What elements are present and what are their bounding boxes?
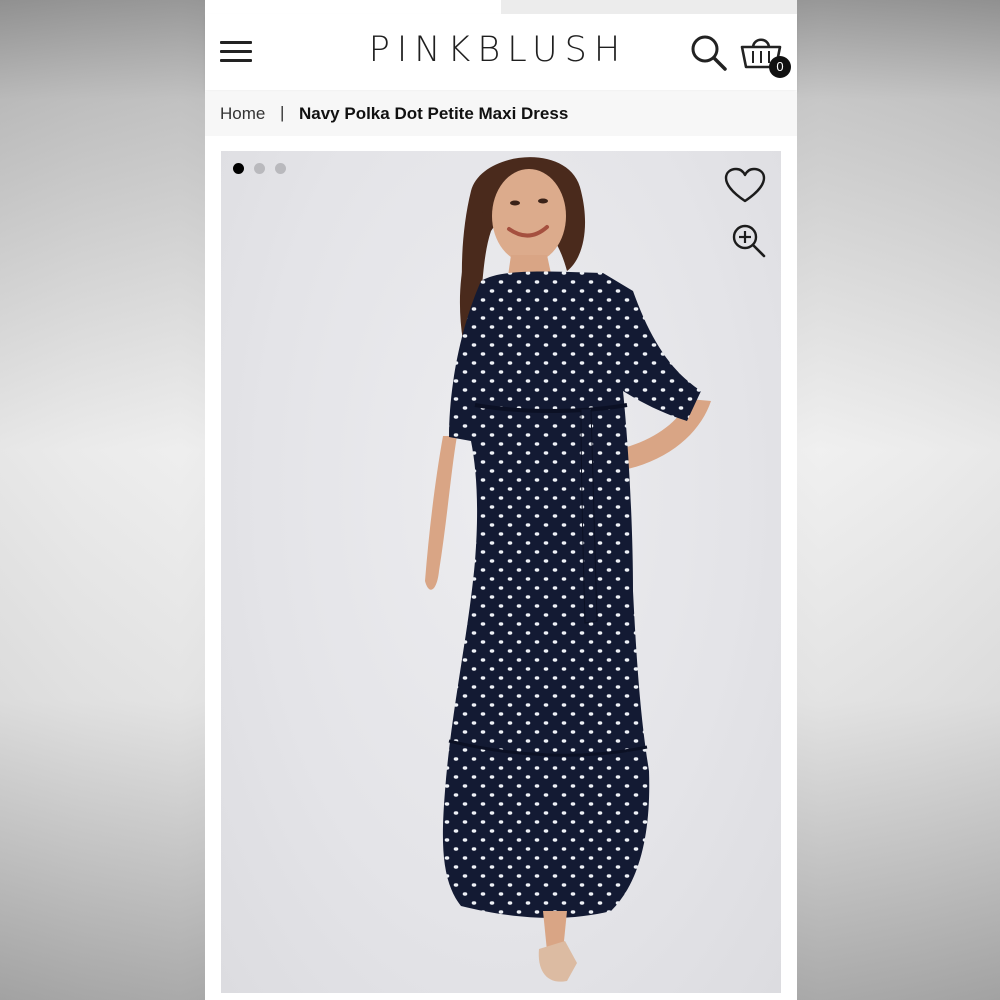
brand-logo[interactable]: PINKBLUSH (347, 30, 649, 70)
search-icon[interactable] (689, 33, 729, 73)
breadcrumb-separator: | (280, 103, 285, 122)
heart-icon[interactable] (724, 167, 766, 205)
model-wearing-dress (425, 157, 711, 982)
carousel-dot-1[interactable] (233, 163, 244, 174)
cart-count-badge: 0 (769, 56, 791, 78)
breadcrumb: Home | Navy Polka Dot Petite Maxi Dress (205, 92, 797, 136)
zoom-in-icon[interactable] (731, 223, 767, 259)
top-strip (501, 0, 797, 14)
breadcrumb-current-page: Navy Polka Dot Petite Maxi Dress (299, 104, 569, 123)
breadcrumb-home-link[interactable]: Home (220, 104, 265, 124)
mobile-page: PINKBLUSH 0 Home | Navy Polka Dot Petite… (205, 0, 797, 1000)
right-backdrop (797, 0, 1000, 1000)
carousel-dot-2[interactable] (254, 163, 265, 174)
hamburger-menu-icon[interactable] (220, 38, 252, 66)
site-header: PINKBLUSH 0 (205, 14, 797, 90)
carousel-dot-3[interactable] (275, 163, 286, 174)
product-image[interactable] (221, 151, 781, 993)
left-backdrop (0, 0, 205, 1000)
